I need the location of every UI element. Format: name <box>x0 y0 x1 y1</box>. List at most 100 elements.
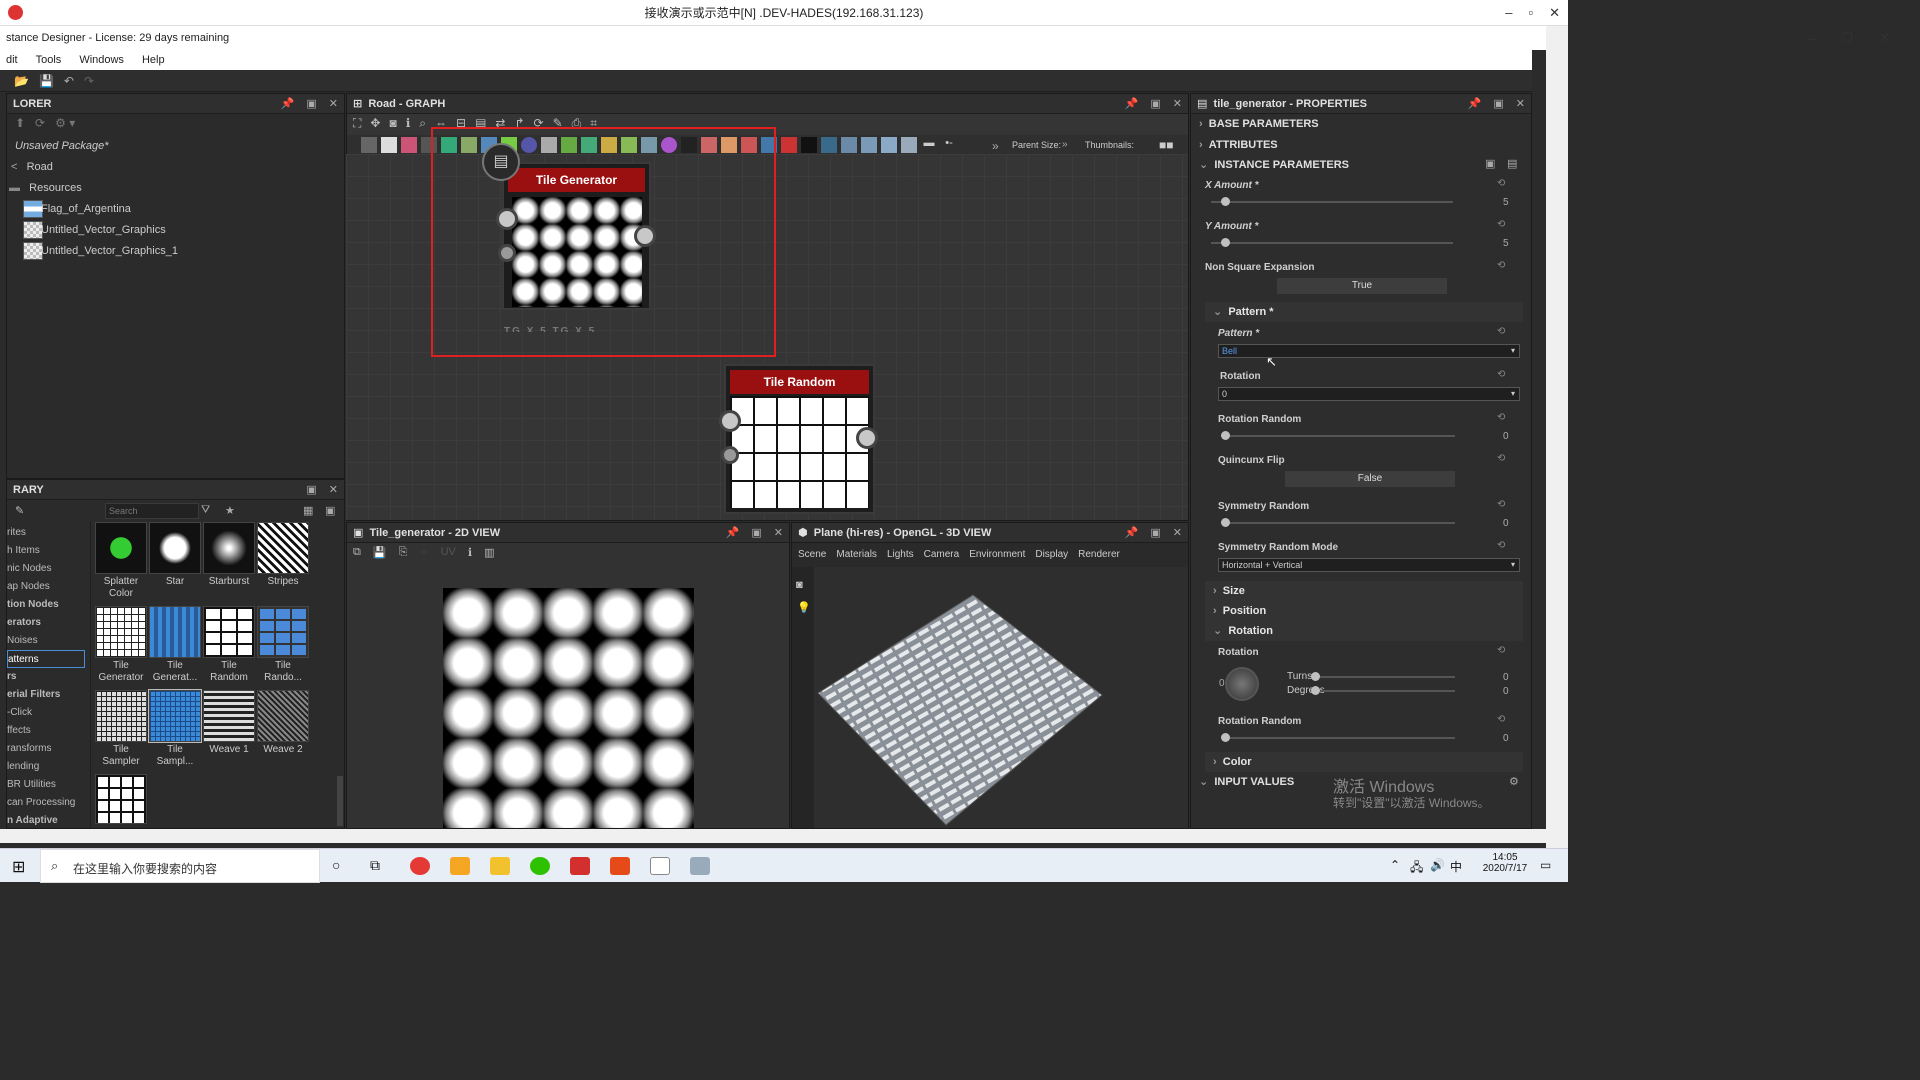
library-item-thumbnail[interactable] <box>203 522 255 574</box>
pin-icon[interactable]: 📌 <box>1468 94 1482 114</box>
open-icon[interactable]: 📂 <box>14 74 29 88</box>
palette-comment-icon[interactable]: ▬ <box>921 137 937 153</box>
rotation-random-value[interactable]: 0 <box>1503 431 1509 442</box>
maximize-button[interactable]: ☐ <box>1841 30 1853 46</box>
turns-value[interactable]: 0 <box>1503 672 1509 683</box>
chrome-icon[interactable] <box>410 857 430 875</box>
remote-maximize-button[interactable]: ▫ <box>1528 0 1533 26</box>
slider-knob[interactable] <box>1221 518 1230 527</box>
remote-minimize-button[interactable]: – <box>1505 0 1512 26</box>
reset-icon[interactable]: ⟲ <box>1497 219 1505 230</box>
color-group-header[interactable]: › Color <box>1205 752 1523 772</box>
reset-icon[interactable]: ⟲ <box>1497 714 1505 725</box>
view3d-menu-display[interactable]: Display <box>1035 549 1068 560</box>
library-category[interactable]: erators <box>7 614 41 632</box>
palette-paint-icon[interactable] <box>781 137 797 153</box>
palette-value-icon[interactable] <box>801 137 817 153</box>
file-explorer-icon[interactable] <box>490 857 510 875</box>
turns-slider[interactable] <box>1311 672 1455 681</box>
reset-icon[interactable]: ⟲ <box>1497 412 1505 423</box>
library-category[interactable]: ffects <box>7 722 31 740</box>
menu-windows[interactable]: Windows <box>79 54 124 66</box>
resource-item-svg-1[interactable]: Untitled_Vector_Graphics_1 <box>41 241 178 261</box>
light-icon[interactable]: 💡 <box>797 601 811 614</box>
menu-help[interactable]: Help <box>142 54 165 66</box>
symmetry-mode-select[interactable]: Horizontal + Vertical ▾ <box>1218 558 1520 572</box>
library-category[interactable]: n Adaptive <box>7 812 58 830</box>
y-amount-slider[interactable] <box>1211 238 1453 247</box>
library-category[interactable]: -Click <box>7 704 32 722</box>
input-port[interactable] <box>719 410 741 432</box>
uv-toggle[interactable]: UV <box>441 546 456 559</box>
parent-size-more[interactable]: » <box>1062 139 1068 150</box>
size-group-header[interactable]: › Size <box>1205 581 1523 601</box>
remote-desktop-icon[interactable] <box>690 857 710 875</box>
non-square-toggle[interactable]: True <box>1277 278 1447 294</box>
base-parameters-section[interactable]: › BASE PARAMETERS <box>1199 114 1319 134</box>
instance-add-icon[interactable]: ▣ <box>1485 157 1495 170</box>
pin-icon[interactable]: 📌 <box>281 94 295 114</box>
taskbar-search-box[interactable]: ⌕ 在这里输入你要搜索的内容 <box>40 849 320 883</box>
redo-icon[interactable]: ↷ <box>84 74 94 88</box>
folder-item-resources[interactable]: ▬ Resources <box>9 178 82 198</box>
library-category[interactable]: erial Filters <box>7 686 60 704</box>
library-item-label[interactable]: Splatter Color <box>95 576 147 600</box>
fit-icon[interactable]: ⧉ <box>353 546 361 559</box>
tile-mode-icon[interactable]: ⁘ <box>419 546 428 559</box>
library-item-thumbnail[interactable] <box>203 606 255 658</box>
library-item-label[interactable]: Tile Rando... <box>257 660 309 684</box>
rotation-select[interactable]: 0 ▾ <box>1218 387 1520 401</box>
pin-icon[interactable]: 📌 <box>1125 94 1139 114</box>
menu-edit[interactable]: dit <box>6 54 18 66</box>
palette-view-icon[interactable] <box>821 137 837 153</box>
library-category[interactable]: can Processing <box>7 794 75 812</box>
grid-view-icon[interactable]: ▦ <box>303 504 313 517</box>
library-category[interactable]: h Items <box>7 542 40 560</box>
app-icon[interactable] <box>450 857 470 875</box>
input-values-section[interactable]: ⌄ INPUT VALUES <box>1199 772 1294 792</box>
library-item-thumbnail[interactable] <box>148 689 202 743</box>
histogram-icon[interactable]: ▥ <box>484 546 494 559</box>
tile-random-node[interactable]: Tile Random <box>724 364 875 514</box>
library-item-thumbnail[interactable] <box>95 606 147 658</box>
reset-icon[interactable]: ⟲ <box>1497 369 1505 380</box>
close-icon[interactable]: ✕ <box>1516 94 1525 114</box>
graph-item-road[interactable]: < Road <box>11 157 53 177</box>
more-button[interactable]: » <box>992 139 999 153</box>
library-search-input[interactable]: Search <box>105 503 199 519</box>
reset-icon[interactable]: ⟲ <box>1497 453 1505 464</box>
palette-dot-icon[interactable]: •- <box>941 137 957 153</box>
library-item-label[interactable]: Weave 1 <box>203 744 255 756</box>
palette-view2-icon[interactable] <box>841 137 857 153</box>
slider-knob[interactable] <box>1221 733 1230 742</box>
library-item-label[interactable]: Weave 2 <box>257 744 309 756</box>
rotation-dial[interactable] <box>1225 667 1259 701</box>
float-icon[interactable]: ▣ <box>1493 94 1503 114</box>
library-category[interactable]: rites <box>7 524 26 542</box>
float-icon[interactable]: ▣ <box>306 480 316 500</box>
library-category[interactable]: rs <box>7 668 16 686</box>
instance-list-icon[interactable]: ▤ <box>1507 157 1517 170</box>
camera-icon[interactable]: ◙ <box>796 579 803 591</box>
library-category[interactable]: nic Nodes <box>7 560 51 578</box>
rotation-random2-value[interactable]: 0 <box>1503 733 1509 744</box>
notification-icon[interactable]: ▭ <box>1540 858 1551 872</box>
copy-icon[interactable]: ⎘ <box>399 546 408 559</box>
pin-icon[interactable]: 📌 <box>726 523 740 543</box>
library-item-label[interactable]: Star <box>149 576 201 588</box>
filter-icon[interactable]: ⛛ <box>201 504 210 517</box>
float-icon[interactable]: ▣ <box>751 523 761 543</box>
close-icon[interactable]: ✕ <box>329 94 338 114</box>
save-icon[interactable]: 💾 <box>39 74 54 88</box>
reset-icon[interactable]: ⟲ <box>1497 499 1505 510</box>
tray-chevron-icon[interactable]: ⌃ <box>1390 858 1400 872</box>
reset-icon[interactable]: ⟲ <box>1497 326 1505 337</box>
slider-knob[interactable] <box>1221 238 1231 247</box>
favorite-icon[interactable]: ★ <box>225 504 235 517</box>
degrees-slider[interactable] <box>1311 686 1455 695</box>
rotation-random2-slider[interactable] <box>1221 733 1455 742</box>
library-item-label[interactable]: Starburst <box>203 576 255 588</box>
library-item-thumbnail[interactable] <box>149 522 201 574</box>
float-icon[interactable]: ▣ <box>1150 94 1160 114</box>
library-category[interactable]: ransforms <box>7 740 51 758</box>
